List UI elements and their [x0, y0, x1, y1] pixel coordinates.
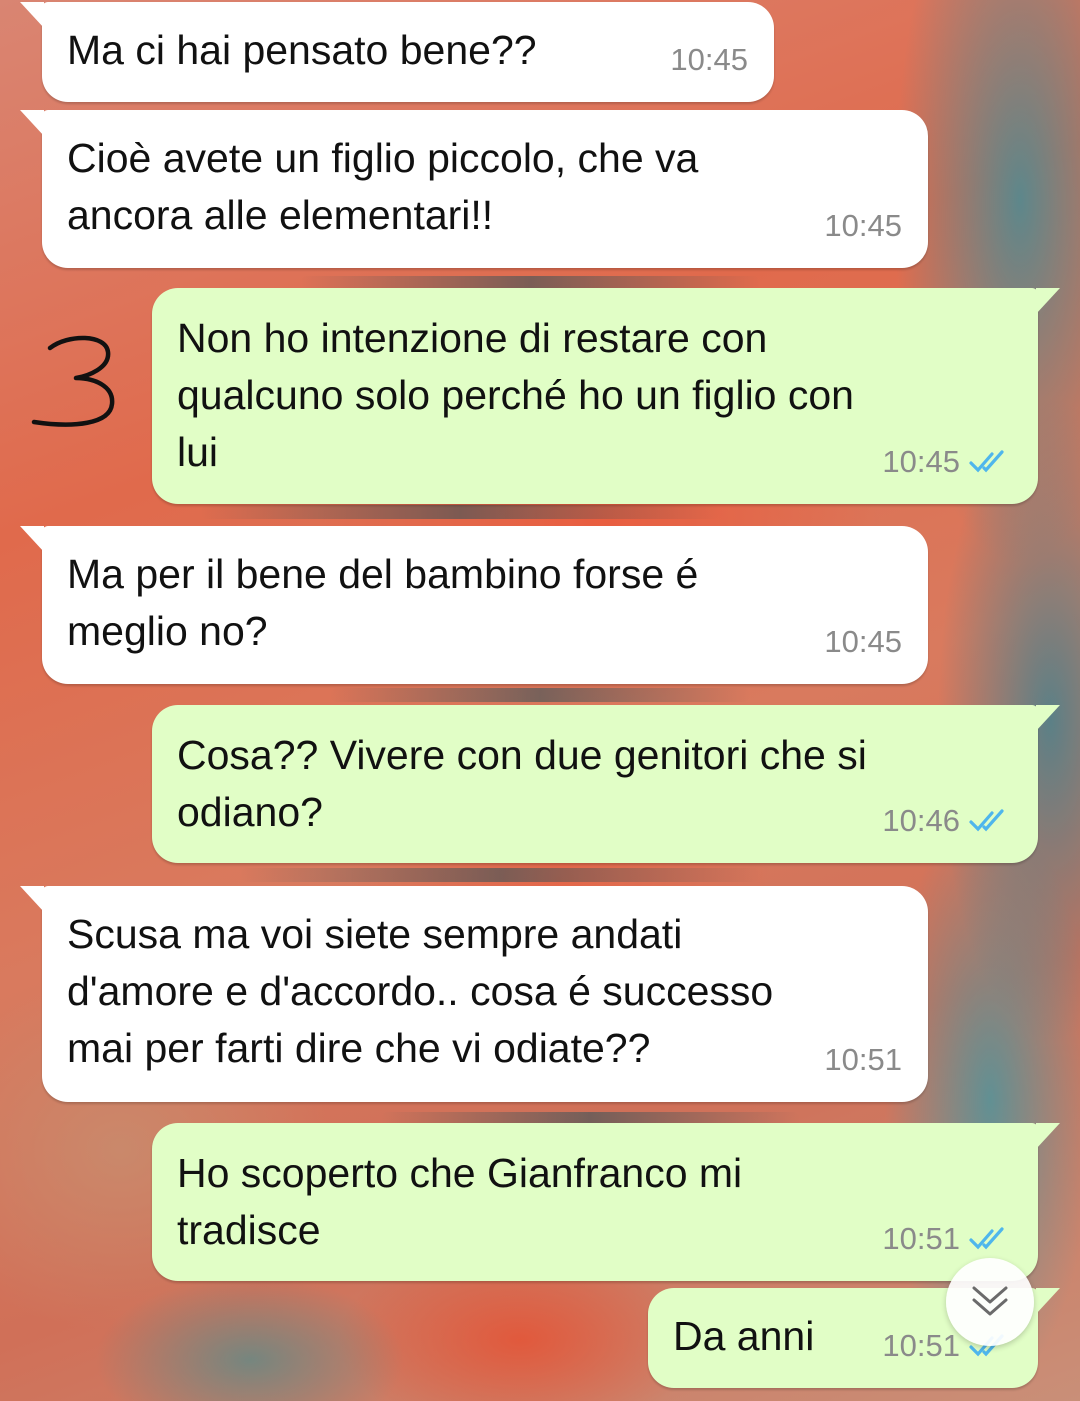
read-double-check-icon	[968, 448, 1012, 476]
message-text: Ma ci hai pensato bene??	[67, 27, 537, 73]
message-meta: 10:45	[670, 31, 748, 88]
message-text: Cioè avete un figlio piccolo, che va anc…	[67, 135, 699, 238]
message-time: 10:45	[824, 624, 902, 659]
chat-message-list[interactable]: Ma ci hai pensato bene?? 10:45 Cioè avet…	[0, 0, 1080, 1401]
message-meta: 10:45	[824, 613, 902, 670]
double-chevron-down-icon	[970, 1282, 1010, 1323]
message-outgoing[interactable]: Cosa?? Vivere con due genitori che si od…	[152, 705, 1060, 863]
message-meta: 10:46	[882, 792, 1012, 849]
read-double-check-icon	[968, 1225, 1012, 1253]
handwritten-number-icon	[28, 320, 128, 440]
message-time: 10:51	[882, 1221, 960, 1256]
message-time: 10:51	[824, 1042, 902, 1077]
message-time: 10:45	[882, 444, 960, 479]
message-time: 10:46	[882, 803, 960, 838]
message-outgoing[interactable]: Non ho intenzione di restare con qualcun…	[152, 288, 1060, 504]
read-double-check-icon	[968, 807, 1012, 835]
message-outgoing[interactable]: Ho scoperto che Gianfranco mi tradisce 1…	[152, 1123, 1060, 1281]
message-meta: 10:51	[824, 1031, 902, 1088]
message-meta: 10:45	[824, 197, 902, 254]
scroll-to-bottom-button[interactable]	[946, 1258, 1034, 1346]
message-time: 10:51	[882, 1328, 960, 1363]
message-incoming[interactable]: Ma ci hai pensato bene?? 10:45	[20, 2, 774, 102]
message-text: Ma per il bene del bambino forse é megli…	[67, 551, 699, 654]
message-time: 10:45	[824, 208, 902, 243]
message-incoming[interactable]: Scusa ma voi siete sempre andati d'amore…	[20, 886, 928, 1102]
message-incoming[interactable]: Ma per il bene del bambino forse é megli…	[20, 526, 928, 684]
message-time: 10:45	[670, 42, 748, 77]
message-text: Scusa ma voi siete sempre andati d'amore…	[67, 911, 774, 1071]
message-meta: 10:45	[882, 433, 1012, 490]
message-incoming[interactable]: Cioè avete un figlio piccolo, che va anc…	[20, 110, 928, 268]
